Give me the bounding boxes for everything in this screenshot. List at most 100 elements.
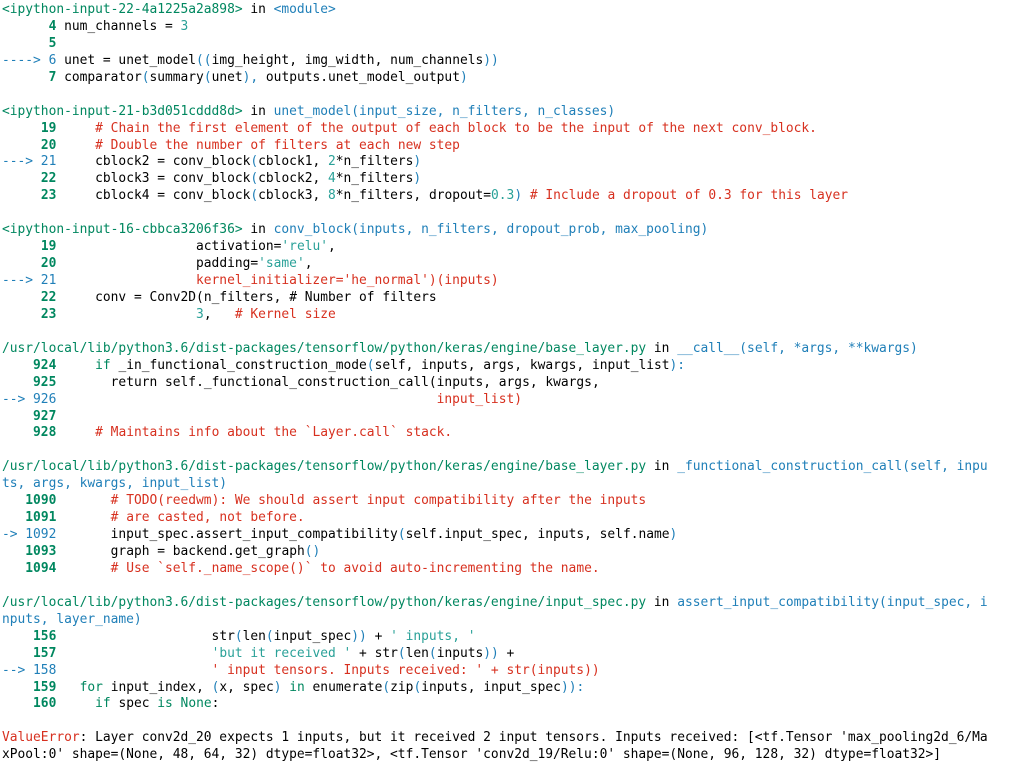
traceback-segment: input_spec bbox=[56, 527, 189, 543]
traceback-segment: 19 bbox=[40, 120, 57, 136]
traceback-segment: x bbox=[219, 679, 228, 695]
traceback-segment bbox=[2, 544, 25, 559]
traceback-segment: summary bbox=[149, 69, 204, 85]
traceback-segment: 156 bbox=[33, 628, 57, 644]
traceback-segment: = bbox=[250, 256, 259, 272]
traceback-segment: # Kernel size bbox=[234, 306, 336, 322]
traceback-segment: . bbox=[188, 527, 197, 543]
traceback-segment: img_height bbox=[211, 52, 290, 68]
traceback-segment: , bbox=[312, 154, 328, 170]
traceback-line: 160 if spec is None: bbox=[2, 696, 1024, 713]
traceback-segment: ( bbox=[234, 628, 243, 644]
traceback-segment: # Maintains info about the `Layer.call` … bbox=[95, 425, 453, 441]
traceback-segment: conv_block bbox=[273, 222, 352, 238]
traceback-segment: ( bbox=[382, 679, 391, 695]
traceback-segment: ( bbox=[397, 527, 406, 543]
traceback-segment bbox=[2, 256, 41, 271]
traceback-segment: * bbox=[335, 188, 344, 204]
traceback-segment: padding bbox=[56, 256, 251, 272]
traceback-segment: , bbox=[203, 306, 235, 322]
traceback-line: nputs, layer_name) bbox=[2, 612, 1024, 629]
traceback-segment: ---> 21 bbox=[2, 154, 57, 170]
traceback-segment: num_channels bbox=[390, 52, 484, 68]
traceback-line: --> 926 input_list) bbox=[2, 392, 1024, 409]
traceback-segment bbox=[2, 375, 33, 390]
traceback-segment bbox=[2, 561, 25, 576]
traceback-segment: , bbox=[328, 239, 336, 255]
traceback-segment: kwargs bbox=[529, 357, 577, 373]
traceback-segment: , bbox=[483, 374, 499, 390]
traceback-line: 5 bbox=[2, 36, 1024, 53]
traceback-line: 22 conv = Conv2D(n_filters, # Number of … bbox=[2, 290, 1024, 307]
traceback-segment: len bbox=[405, 645, 429, 661]
traceback-segment: 4 bbox=[328, 171, 336, 187]
traceback-segment: Conv2D bbox=[141, 289, 197, 305]
traceback-segment: enumerate bbox=[304, 679, 383, 695]
traceback-segment: in bbox=[242, 103, 274, 119]
traceback-segment: input_list bbox=[591, 357, 670, 373]
traceback-segment: . bbox=[320, 69, 329, 85]
traceback-segment: , bbox=[529, 374, 546, 390]
traceback-segment: inputs bbox=[537, 527, 585, 543]
traceback-segment bbox=[56, 375, 110, 390]
traceback-segment: , bbox=[312, 171, 329, 187]
traceback-segment: = bbox=[157, 544, 166, 559]
traceback-segment: ) bbox=[514, 188, 523, 204]
traceback-segment: )): bbox=[560, 679, 585, 695]
traceback-segment: in bbox=[242, 222, 274, 238]
traceback-line: 22 cblock3 = conv_block(cblock2, 4*n_fil… bbox=[2, 171, 1024, 188]
traceback-segment: 159 bbox=[33, 679, 57, 695]
traceback-segment: num_channels bbox=[56, 18, 165, 34]
traceback-segment: 19 bbox=[40, 239, 57, 255]
traceback-segment: spec bbox=[242, 679, 274, 695]
traceback-segment: ) bbox=[669, 527, 678, 543]
traceback-segment: unet bbox=[56, 52, 103, 68]
traceback-segment: activation bbox=[56, 239, 274, 255]
traceback-segment: cblock2 bbox=[56, 154, 158, 170]
traceback-segment: ( bbox=[265, 628, 274, 644]
traceback-line: 156 str(len(input_spec)) + ' inputs, ' bbox=[2, 629, 1024, 646]
traceback-segment: args bbox=[483, 357, 515, 373]
traceback-segment: spec bbox=[110, 696, 158, 712]
traceback-segment: (self, inpu bbox=[902, 459, 988, 475]
traceback-segment: /usr/local/lib/python3.6/dist-packages/t… bbox=[2, 340, 647, 356]
traceback-line: 1093 graph = backend.get_graph() bbox=[2, 544, 1024, 561]
traceback-segment: _functional_construction_call bbox=[677, 459, 903, 475]
traceback-line: /usr/local/lib/python3.6/dist-packages/t… bbox=[2, 341, 1024, 358]
traceback-segment: in bbox=[281, 679, 305, 695]
traceback-segment: ts, args, kwargs, input_list) bbox=[2, 476, 228, 492]
traceback-segment: 1091 bbox=[25, 510, 57, 526]
traceback-segment: 5 bbox=[48, 35, 57, 51]
traceback-segment: get_graph bbox=[234, 544, 305, 559]
traceback-segment: ), bbox=[242, 69, 259, 85]
traceback-line: /usr/local/lib/python3.6/dist-packages/t… bbox=[2, 459, 1024, 476]
traceback-segment: <module> bbox=[273, 2, 336, 17]
traceback-segment: inputs bbox=[436, 374, 484, 390]
traceback-line: 157 'but it received ' + str(len(inputs)… bbox=[2, 646, 1024, 663]
traceback-segment: , bbox=[522, 527, 538, 543]
traceback-segment: dropout bbox=[428, 188, 484, 204]
traceback-segment bbox=[2, 646, 33, 661]
traceback-segment: input_list) bbox=[56, 391, 522, 407]
traceback-segment: None bbox=[172, 696, 212, 712]
traceback-segment: : bbox=[211, 696, 220, 712]
traceback-segment: 1094 bbox=[25, 560, 57, 576]
traceback-segment: , # Number of filters bbox=[273, 289, 437, 305]
traceback-line: <ipython-input-21-b3d051cddd8d> in unet_… bbox=[2, 104, 1024, 121]
traceback-segment: () bbox=[304, 544, 321, 559]
traceback-line: ---> 21 cblock2 = conv_block(cblock1, 2*… bbox=[2, 154, 1024, 171]
traceback-segment bbox=[56, 646, 211, 661]
traceback-segment: input_spec bbox=[444, 527, 523, 543]
traceback-segment: + bbox=[366, 628, 391, 644]
traceback-segment: conv_block bbox=[165, 154, 251, 170]
traceback-segment: unet_model bbox=[273, 103, 352, 119]
traceback-segment: ) bbox=[459, 69, 468, 85]
traceback-segment: outputs bbox=[258, 69, 321, 85]
traceback-segment: in bbox=[242, 2, 274, 17]
traceback-segment: args bbox=[498, 374, 530, 390]
traceback-segment: 'same' bbox=[258, 256, 305, 272]
traceback-segment: # are casted, not before. bbox=[110, 510, 305, 526]
traceback-segment: 20 bbox=[40, 256, 57, 272]
traceback-segment: ' input tensors. Inputs received: ' + st… bbox=[56, 662, 600, 678]
traceback-segment: assert_input_compatibility bbox=[677, 594, 879, 610]
